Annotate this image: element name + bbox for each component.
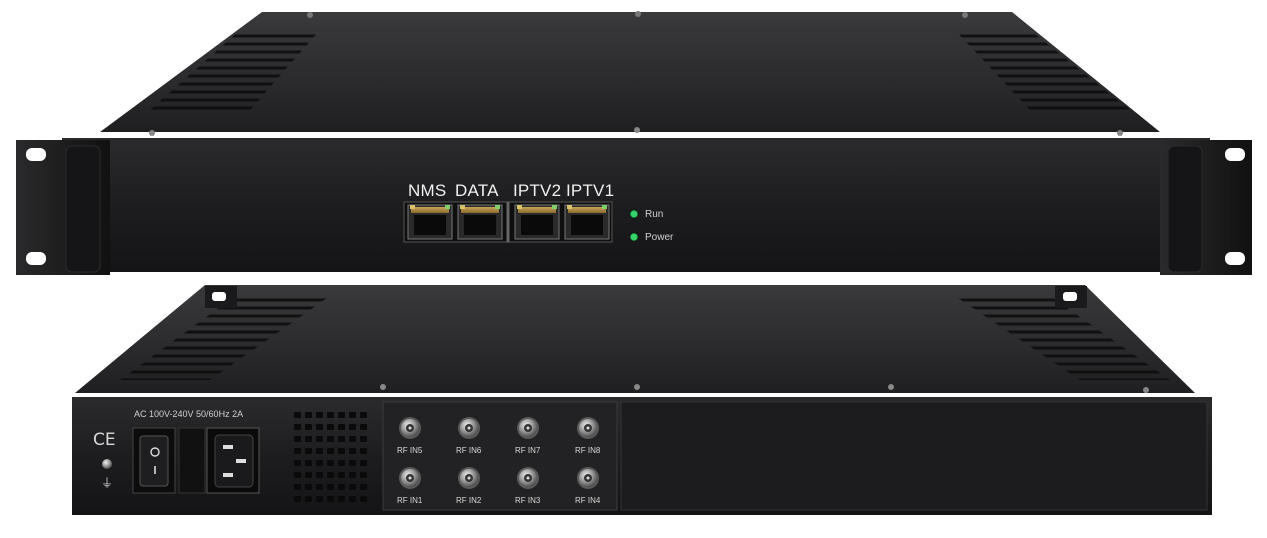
rf-in2-label: RF IN2: [456, 496, 482, 505]
rj45-jack-iptv2[interactable]: [514, 204, 560, 240]
power-rating-label: AC 100V-240V 50/60Hz 2A: [134, 409, 244, 419]
rf-in1-label: RF IN1: [397, 496, 423, 505]
ground-symbol-icon: ⏚: [101, 476, 114, 490]
rf-in1-connector[interactable]: [399, 467, 421, 489]
iec-power-socket[interactable]: [206, 427, 260, 494]
rf-in6-connector[interactable]: [458, 417, 480, 439]
rj45-jack-nms[interactable]: [407, 204, 453, 240]
rf-in7-label: RF IN7: [515, 446, 541, 455]
rf-in3-connector[interactable]: [517, 467, 539, 489]
rf-in6-label: RF IN6: [456, 446, 482, 455]
power-indicator-label: Power: [645, 232, 674, 243]
port-label-data: DATA: [455, 181, 499, 200]
device-illustration: [16, 11, 1252, 515]
rf-in8-connector[interactable]: [577, 417, 599, 439]
rf-in2-connector[interactable]: [458, 467, 480, 489]
port-label-iptv2: IPTV2: [513, 181, 562, 200]
port-label-iptv1: IPTV1: [566, 181, 615, 200]
rf-in3-label: RF IN3: [515, 496, 541, 505]
rf-in4-connector[interactable]: [577, 467, 599, 489]
power-switch[interactable]: [132, 427, 176, 494]
rf-in7-connector[interactable]: [517, 417, 539, 439]
rj45-jack-data[interactable]: [457, 204, 503, 240]
run-indicator-label: Run: [645, 209, 664, 220]
rj45-jack-iptv1[interactable]: [564, 204, 610, 240]
ground-screw-icon: [102, 459, 112, 469]
rear-unit: [72, 285, 1212, 515]
rf-in8-label: RF IN8: [575, 446, 601, 455]
port-label-nms: NMS: [408, 181, 447, 200]
rf-in4-label: RF IN4: [575, 496, 601, 505]
rf-in5-connector[interactable]: [399, 417, 421, 439]
run-led-icon: [630, 210, 638, 218]
rf-in5-label: RF IN5: [397, 446, 423, 455]
power-led-icon: [630, 233, 638, 241]
ce-mark: CE: [93, 430, 116, 450]
